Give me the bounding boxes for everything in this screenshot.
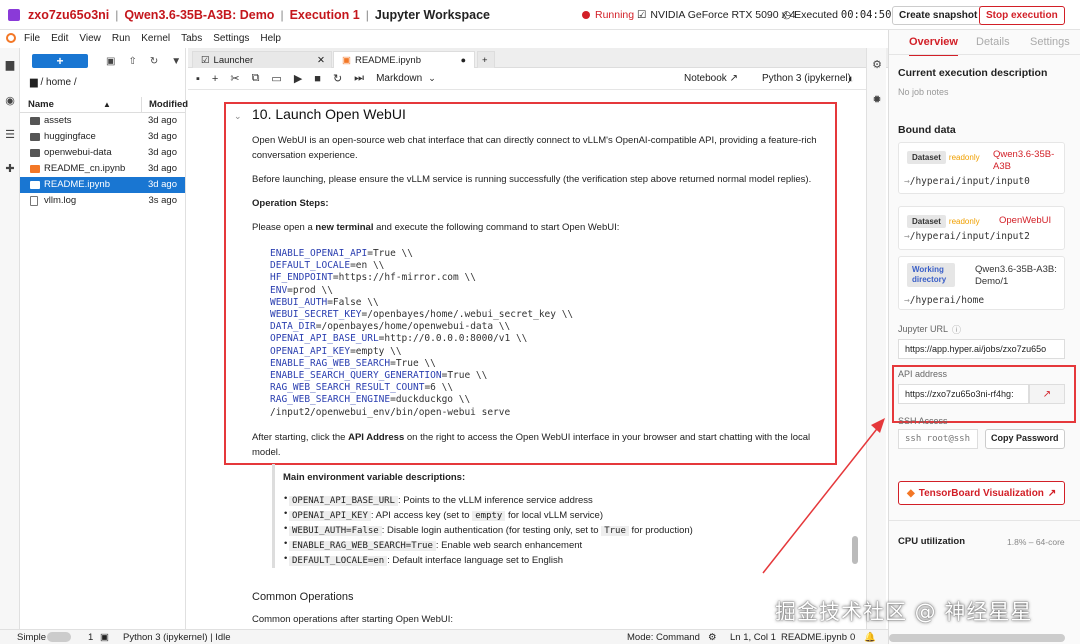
kernel-status[interactable]: Python 3 (ipykernel) | Idle: [123, 632, 231, 643]
status-bar: Simple 1 ▣ Python 3 (ipykernel) | Idle M…: [0, 629, 888, 644]
terminal-icon: ▣: [100, 631, 109, 643]
terminal-count[interactable]: 1: [88, 632, 93, 643]
filename: README.ipynb: [781, 631, 847, 643]
bell-icon[interactable]: 🔔: [864, 632, 876, 643]
cursor-position[interactable]: Ln 1, Col 1: [730, 632, 776, 643]
gear-icon[interactable]: ⚙: [708, 632, 717, 643]
annotation-arrow: [762, 418, 885, 574]
simple-mode-toggle[interactable]: [47, 632, 71, 642]
mode-indicator: Mode: Command: [627, 631, 700, 643]
watermark: 掘金技术社区 @ 神经星星: [775, 600, 1033, 624]
notification-count[interactable]: 0: [850, 632, 855, 643]
simple-mode-label: Simple: [17, 631, 47, 643]
